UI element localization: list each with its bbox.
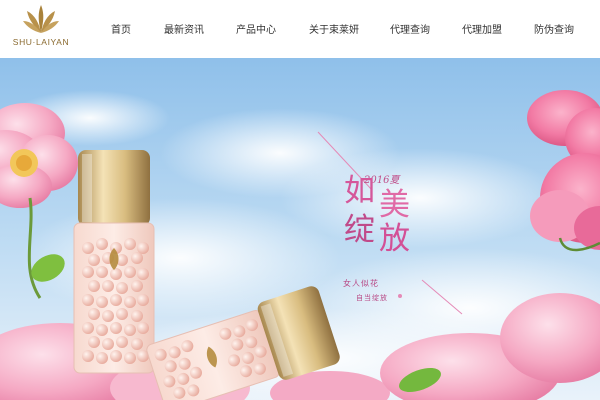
nav-item-news[interactable]: 最新资讯: [164, 21, 204, 36]
headline-char-4: 放: [379, 221, 410, 257]
brand-logo[interactable]: SHU·LAIYAN: [0, 0, 82, 58]
nav-item-products[interactable]: 产品中心: [236, 21, 276, 36]
nav-item-agent-query[interactable]: 代理查询: [390, 21, 430, 36]
banner-tagline-line2: 自当绽放: [356, 294, 388, 302]
banner-artwork: [0, 58, 600, 400]
banner-tagline-line1: 女人似花: [343, 279, 379, 288]
headline-char-3: 绽: [344, 212, 375, 248]
headline-char-2: 美: [379, 187, 410, 223]
site-header: SHU·LAIYAN 首页 最新资讯 产品中心 关于束莱妍 代理查询 代理加盟 …: [0, 0, 600, 58]
nav-item-home[interactable]: 首页: [111, 21, 131, 36]
headline-char-1: 如: [344, 173, 375, 209]
logo-leaf-icon: [23, 5, 59, 33]
nav-item-about[interactable]: 关于束莱妍: [309, 21, 359, 36]
nav-item-anti-fake[interactable]: 防伪查询: [534, 21, 574, 36]
standing-bottle: [73, 150, 155, 374]
nav-item-agent-join[interactable]: 代理加盟: [462, 21, 502, 36]
logo-text: SHU·LAIYAN: [12, 37, 70, 47]
hero-banner[interactable]: 2016夏 如 美 绽 放 女人似花 自当绽放: [0, 58, 600, 400]
